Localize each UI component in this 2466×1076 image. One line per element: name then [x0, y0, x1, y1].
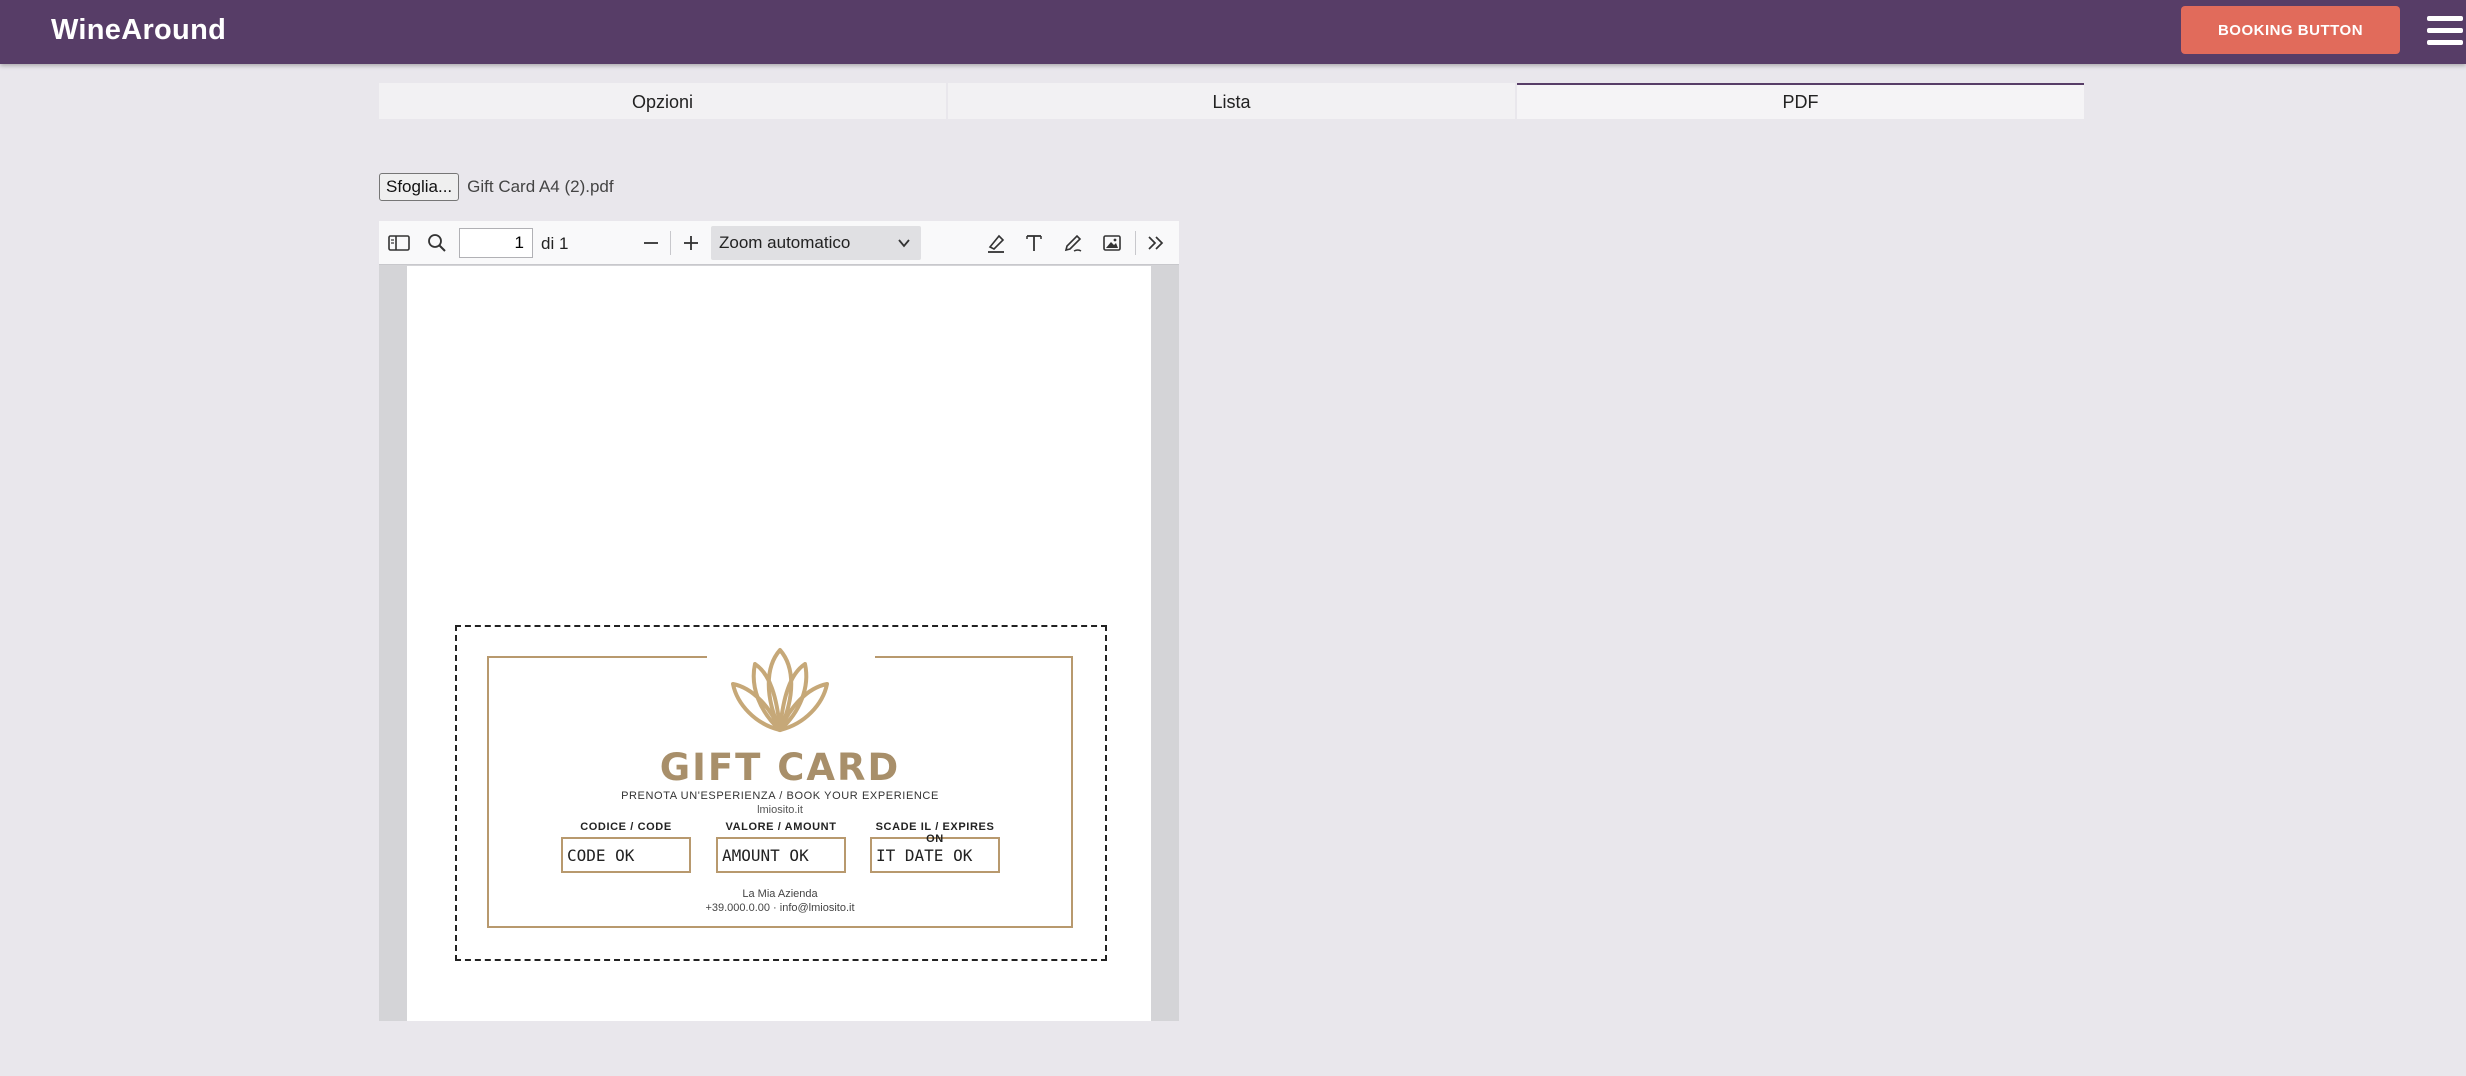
selected-file-name: Gift Card A4 (2).pdf	[467, 177, 614, 196]
app-logo[interactable]: WineAround	[51, 14, 226, 47]
image-icon[interactable]	[1100, 231, 1124, 255]
tab-opzioni[interactable]: Opzioni	[379, 83, 946, 119]
browse-file-button[interactable]: Sfoglia...	[379, 173, 460, 201]
gift-card-contact: +39.000.0.00 · info@lmiosito.it	[705, 902, 855, 914]
gift-card-subtitle: PRENOTA UN'ESPERIENZA / BOOK YOUR EXPERI…	[621, 790, 939, 802]
top-navigation-bar: WineAround BOOKING BUTTON	[0, 0, 2466, 64]
pdf-page: GIFT CARD PRENOTA UN'ESPERIENZA / BOOK Y…	[407, 266, 1151, 1021]
pdf-toolbar: di 1 Zoom automatico	[379, 221, 1179, 265]
hamburger-menu-icon[interactable]	[2427, 16, 2463, 46]
file-input: Sfoglia... Gift Card A4 (2).pdf	[379, 173, 614, 201]
more-tools-icon[interactable]	[1144, 231, 1168, 255]
amount-value: AMOUNT OK	[716, 837, 846, 873]
search-icon[interactable]	[425, 231, 449, 255]
lotus-logo-icon	[725, 642, 835, 737]
gift-card-code-field: CODICE / CODE CODE OK	[561, 821, 691, 873]
expiry-label: SCADE IL / EXPIRES ON	[875, 821, 995, 845]
gift-card-company: La Mia Azienda	[742, 888, 818, 900]
gift-card-expiry-field: SCADE IL / EXPIRES ON IT DATE OK	[870, 821, 1000, 873]
pdf-viewer: di 1 Zoom automatico	[379, 221, 1179, 1021]
zoom-in-icon[interactable]	[679, 231, 703, 255]
page-number-input[interactable]	[459, 228, 533, 258]
chevron-down-icon	[897, 235, 911, 255]
zoom-select[interactable]: Zoom automatico	[711, 226, 921, 260]
toolbar-separator	[670, 231, 671, 255]
gift-card-title: GIFT CARD	[659, 746, 901, 789]
tab-bar: Opzioni Lista PDF	[379, 83, 2084, 119]
code-label: CODICE / CODE	[580, 821, 672, 833]
code-value: CODE OK	[561, 837, 691, 873]
toolbar-separator	[1135, 231, 1136, 255]
zoom-select-value: Zoom automatico	[719, 233, 851, 252]
gift-card-amount-field: VALORE / AMOUNT AMOUNT OK	[716, 821, 846, 873]
amount-label: VALORE / AMOUNT	[725, 821, 837, 833]
sidebar-toggle-icon[interactable]	[387, 231, 411, 255]
tab-pdf[interactable]: PDF	[1517, 83, 2084, 119]
highlight-icon[interactable]	[984, 231, 1008, 255]
gift-card-website: lmiosito.it	[757, 804, 803, 816]
zoom-out-icon[interactable]	[639, 231, 663, 255]
text-icon[interactable]	[1022, 231, 1046, 255]
booking-button[interactable]: BOOKING BUTTON	[2181, 6, 2400, 54]
draw-icon[interactable]	[1061, 231, 1085, 255]
page-count-label: di 1	[541, 234, 569, 253]
tab-lista[interactable]: Lista	[948, 83, 1515, 119]
